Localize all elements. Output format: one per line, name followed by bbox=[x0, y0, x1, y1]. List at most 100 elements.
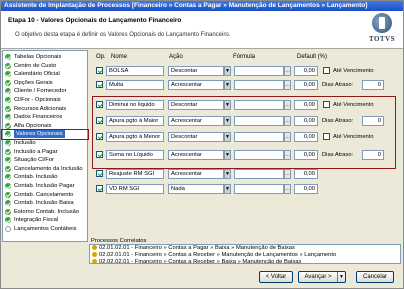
check-icon bbox=[5, 183, 11, 189]
action-select[interactable]: Descontar bbox=[168, 66, 224, 76]
chevron-down-icon[interactable]: ▼ bbox=[224, 80, 231, 90]
step-description: O objetivo desta etapa é definir os Valo… bbox=[15, 32, 231, 38]
sidebar-item[interactable]: Contab. Cancelamento bbox=[5, 191, 87, 199]
check-icon bbox=[5, 165, 11, 172]
chevron-down-icon[interactable]: ▼ bbox=[224, 169, 231, 179]
process-item[interactable]: 02.02.02.01 - Financeiro » Contas a Rece… bbox=[92, 259, 302, 264]
sidebar-item[interactable]: Estorno Contab. Inclusão bbox=[5, 208, 87, 216]
process-item[interactable]: 02.02.01.01 - Financeiro » Contas a Rece… bbox=[92, 252, 336, 259]
name-field[interactable]: Multa bbox=[106, 80, 164, 90]
sidebar-item[interactable]: Integração Fiscal bbox=[5, 216, 87, 224]
sidebar-item[interactable]: Recursos Adicionais bbox=[5, 105, 87, 113]
formula-field[interactable] bbox=[234, 184, 284, 194]
header-default: Default (%) bbox=[297, 54, 328, 60]
header-action: Ação bbox=[169, 54, 183, 60]
steps-sidebar: Tabelas Opcionais Centro de Custo Calendár… bbox=[2, 50, 88, 242]
sidebar-item-label: Estorno Contab. Inclusão bbox=[14, 208, 80, 215]
check-icon bbox=[5, 62, 11, 69]
enable-checkbox[interactable] bbox=[96, 185, 103, 192]
logo-text: TOTVS bbox=[368, 35, 396, 43]
until-due-checkbox[interactable] bbox=[323, 67, 330, 74]
name-field[interactable]: Reajuste RM SGI bbox=[106, 169, 164, 179]
default-field[interactable]: 0,00 bbox=[294, 184, 318, 194]
sidebar-item[interactable]: Dados Financeiros bbox=[5, 113, 87, 121]
check-icon bbox=[5, 191, 11, 198]
cancel-button[interactable]: Cancelar bbox=[356, 271, 394, 283]
default-field[interactable]: 0,00 bbox=[294, 169, 318, 179]
process-label: 02.02.01.01 - Financeiro » Contas a Rece… bbox=[99, 252, 337, 259]
days-late-field[interactable]: 0 bbox=[362, 80, 384, 90]
formula-browse-button[interactable]: … bbox=[284, 169, 291, 179]
check-icon bbox=[5, 71, 11, 78]
process-item[interactable]: 02.01.02.01 - Financeiro » Contas a Paga… bbox=[92, 245, 295, 252]
formula-field[interactable] bbox=[234, 66, 284, 76]
next-label: Avançar > bbox=[304, 274, 332, 280]
action-select[interactable]: Acrescentar bbox=[168, 80, 224, 90]
name-field[interactable]: VD RM SGI bbox=[106, 184, 164, 194]
check-icon bbox=[5, 140, 11, 146]
optional-value-row: BOLSA Descontar ▼ … 0,00 Até Vencimento bbox=[96, 65, 400, 77]
sidebar-item[interactable]: Contab. Inclusão Pagar bbox=[5, 182, 87, 190]
sidebar-item[interactable]: Situação Cl/For bbox=[5, 156, 87, 164]
sidebar-highlight-box bbox=[1, 129, 89, 140]
sidebar-item-label: Inclusão bbox=[14, 140, 36, 146]
next-button[interactable]: Avançar > ▼ bbox=[298, 271, 346, 283]
sidebar-item[interactable]: Cl/For - Opcionais bbox=[5, 96, 87, 104]
sidebar-item[interactable]: Calendário Oficial bbox=[5, 70, 87, 78]
wizard-window: Assistente de Implantação de Processos [… bbox=[0, 0, 404, 289]
sidebar-item-label: Situação Cl/For bbox=[14, 157, 54, 164]
chevron-down-icon[interactable]: ▼ bbox=[224, 184, 231, 194]
formula-browse-button[interactable]: … bbox=[284, 80, 291, 90]
sidebar-item-label: Tabelas Opcionais bbox=[14, 54, 62, 60]
enable-checkbox[interactable] bbox=[96, 81, 103, 88]
default-field[interactable]: 0,00 bbox=[294, 66, 318, 76]
sidebar-item[interactable]: Opções Gerais bbox=[5, 79, 87, 87]
step-title: Etapa 10 - Valores Opcionais do Lançamen… bbox=[8, 17, 182, 24]
sidebar-item[interactable]: Cancelamento da Inclusão bbox=[5, 165, 87, 173]
sidebar-item[interactable]: Contab. Inclusão Baixa bbox=[5, 199, 87, 207]
optional-value-row: Multa Acrescentar ▼ … 0,00 Dias Atraso: 0 bbox=[96, 79, 400, 91]
chevron-down-icon[interactable]: ▼ bbox=[337, 272, 345, 282]
sidebar-item[interactable]: Contab. Inclusão bbox=[5, 173, 87, 181]
sidebar-item-label: Lançamentos Contábeis bbox=[14, 226, 77, 232]
check-icon bbox=[5, 122, 11, 129]
totvs-logo: TOTVS bbox=[367, 13, 397, 47]
formula-browse-button[interactable]: … bbox=[284, 66, 291, 76]
check-icon bbox=[5, 54, 11, 60]
process-icon bbox=[92, 245, 97, 250]
header-op: Op. bbox=[96, 54, 106, 60]
check-icon bbox=[5, 148, 11, 155]
enable-checkbox[interactable] bbox=[96, 67, 103, 74]
formula-field[interactable] bbox=[234, 80, 284, 90]
chevron-down-icon[interactable]: ▼ bbox=[224, 66, 231, 76]
process-label: 02.02.02.01 - Financeiro » Contas a Rece… bbox=[99, 259, 302, 264]
check-icon bbox=[5, 88, 11, 95]
sidebar-item[interactable]: Tabelas Opcionais bbox=[5, 53, 87, 61]
footer-bar: < Voltar Avançar > ▼ Cancelar bbox=[1, 266, 403, 288]
process-icon bbox=[92, 259, 97, 263]
sidebar-item[interactable]: Centro de Custo bbox=[5, 62, 87, 70]
formula-field[interactable] bbox=[234, 169, 284, 179]
processes-list: 02.01.02.01 - Financeiro » Contas a Paga… bbox=[89, 244, 401, 264]
sidebar-item[interactable]: Lançamentos Contábeis bbox=[5, 225, 87, 233]
check-icon bbox=[5, 208, 11, 215]
back-button[interactable]: < Voltar bbox=[259, 271, 293, 283]
sidebar-item-label: Contab. Cancelamento bbox=[14, 191, 74, 198]
action-select[interactable]: Acrescentar bbox=[168, 169, 224, 179]
name-field[interactable]: BOLSA bbox=[106, 66, 164, 76]
sidebar-item-label: Cliente / Fornecedor bbox=[14, 88, 67, 95]
enable-checkbox[interactable] bbox=[96, 170, 103, 177]
check-icon bbox=[5, 114, 11, 121]
formula-browse-button[interactable]: … bbox=[284, 184, 291, 194]
action-select[interactable]: Nada bbox=[168, 184, 224, 194]
header-name: Nome bbox=[111, 54, 128, 60]
sidebar-item[interactable]: Cliente / Fornecedor bbox=[5, 87, 87, 95]
sidebar-item-label: Opções Gerais bbox=[14, 79, 53, 86]
sidebar-item[interactable]: Inclusão bbox=[5, 139, 87, 147]
logo-icon bbox=[372, 13, 392, 33]
default-field[interactable]: 0,00 bbox=[294, 80, 318, 90]
check-icon bbox=[5, 79, 11, 86]
sidebar-item[interactable]: Inclusão a Pagar bbox=[5, 148, 87, 156]
header-formula: Fórmula bbox=[233, 54, 256, 60]
sidebar-item-label: Cl/For - Opcionais bbox=[14, 97, 61, 103]
